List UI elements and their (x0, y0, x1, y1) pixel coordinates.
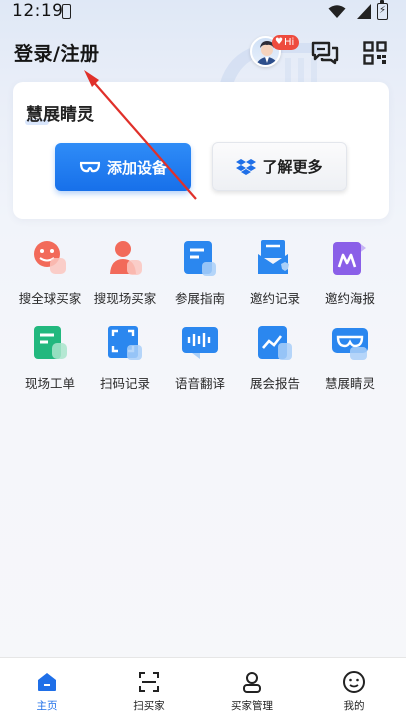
nav-item-buyer-management[interactable]: 买家管理 (202, 658, 302, 724)
login-register-link[interactable]: 登录/注册 (14, 39, 99, 66)
grid-label: 现场工单 (24, 376, 75, 391)
hi-badge-text: Hi (284, 37, 295, 48)
glasses-icon (79, 161, 101, 173)
card-title: 慧展睛灵 (26, 105, 94, 125)
onsite-buyer-icon (110, 241, 142, 275)
status-time: 12:19 (12, 1, 64, 21)
grid-item-smart-glasses[interactable]: 慧展睛灵 (310, 319, 390, 395)
invite-poster-icon (333, 242, 366, 275)
heart-icon: ♥ (275, 37, 284, 47)
nav-item-mine[interactable]: 我的 (304, 658, 404, 724)
nav-label-mine: 我的 (343, 700, 365, 712)
grid-label: 展会报告 (249, 376, 300, 391)
message-icon[interactable] (311, 41, 339, 65)
grid-label: 搜全球买家 (18, 291, 82, 306)
grid-item-voice-translate[interactable]: 语音翻译 (160, 319, 240, 395)
grid-item-report[interactable]: 展会报告 (235, 319, 315, 395)
grid-label: 语音翻译 (174, 376, 225, 391)
learn-more-button[interactable]: 了解更多 (212, 142, 347, 191)
nav-label-home: 主页 (36, 700, 58, 712)
wifi-icon (328, 5, 346, 18)
grid-item-invite-record[interactable]: 邀约记录 (235, 234, 315, 310)
person-icon (243, 672, 261, 693)
voice-translate-icon (182, 327, 218, 359)
nav-item-scan-buyer[interactable]: 扫买家 (99, 658, 199, 724)
grid-label: 参展指南 (174, 291, 225, 306)
grid-label: 邀约海报 (324, 291, 375, 306)
grid-item-scan-record[interactable]: 扫码记录 (85, 319, 165, 395)
add-device-label: 添加设备 (106, 158, 167, 177)
globe-buyer-icon (34, 241, 66, 274)
grid-label: 扫码记录 (99, 376, 150, 391)
home-icon (38, 673, 56, 691)
battery-icon: ⚡ (377, 0, 388, 20)
grid-item-guide[interactable]: 参展指南 (160, 234, 240, 310)
report-icon (258, 326, 292, 360)
work-order-icon (34, 326, 67, 359)
scan-record-icon (108, 326, 142, 360)
grid-item-work-order[interactable]: 现场工单 (10, 319, 90, 395)
nav-item-home[interactable]: 主页 (0, 658, 97, 724)
smile-icon (343, 671, 365, 693)
scan-icon (139, 672, 159, 692)
nav-label-scan-buyer: 扫买家 (133, 700, 165, 712)
status-bar: 12:19 ⚡ (0, 0, 406, 28)
grid-label: 慧展睛灵 (324, 376, 375, 391)
learn-more-label: 了解更多 (262, 158, 323, 176)
guide-icon (184, 241, 216, 276)
nav-label-buyer-management: 买家管理 (231, 700, 273, 712)
grid-item-invite-poster[interactable]: 邀约海报 (310, 234, 390, 310)
grid-label: 邀约记录 (249, 291, 300, 306)
sim-icon (62, 4, 71, 19)
signal-icon (357, 4, 371, 19)
add-device-button[interactable]: 添加设备 (55, 143, 191, 191)
device-card: 慧展睛灵 添加设备 了解更多 (13, 82, 389, 219)
smart-glasses-icon (332, 328, 368, 360)
grid-item-global-buyer[interactable]: 搜全球买家 (10, 234, 90, 310)
bottom-nav: 主页 扫买家 买家管理 我的 (0, 657, 406, 724)
invite-record-icon (258, 240, 289, 274)
grid-label: 搜现场买家 (93, 291, 157, 306)
hi-badge: ♥ Hi (272, 35, 300, 50)
qr-code-icon[interactable] (363, 41, 387, 65)
grid-item-onsite-buyer[interactable]: 搜现场买家 (85, 234, 165, 310)
dropbox-icon (236, 158, 257, 175)
